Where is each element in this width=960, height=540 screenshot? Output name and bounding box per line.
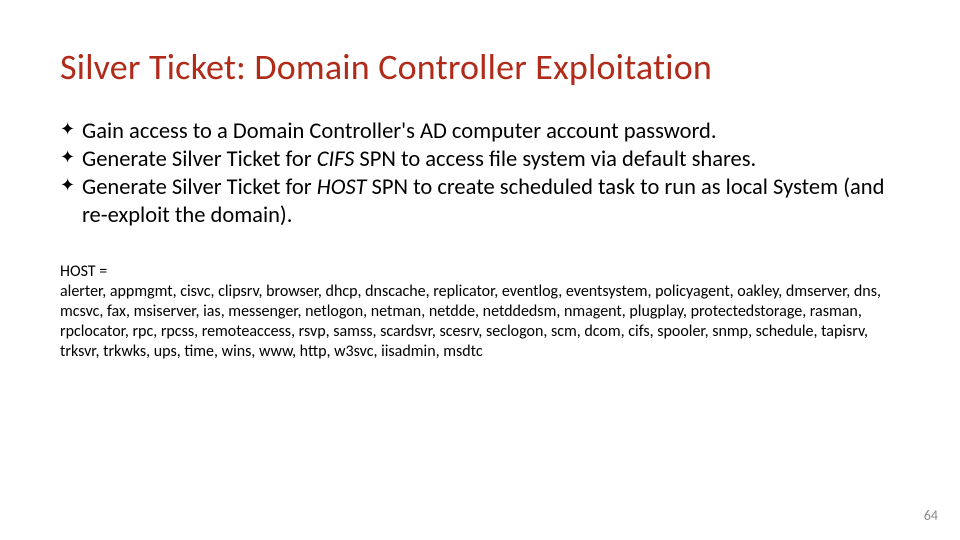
bullet-text-em: HOST [317, 174, 367, 201]
bullet-text-pre: Generate Silver Ticket for [82, 146, 317, 173]
host-block: HOST = alerter, appmgmt, cisvc, clipsrv,… [60, 262, 900, 362]
bullet-text-pre: Generate Silver Ticket for [82, 174, 317, 201]
bullet-text-post: SPN to access file system via default sh… [354, 146, 756, 173]
bullet-list: Gain access to a Domain Controller's AD … [60, 118, 900, 231]
page-number: 64 [924, 507, 938, 524]
host-list: alerter, appmgmt, cisvc, clipsrv, browse… [60, 282, 900, 362]
bullet-item: Generate Silver Ticket for HOST SPN to c… [60, 174, 900, 230]
slide-title: Silver Ticket: Domain Controller Exploit… [60, 48, 900, 88]
bullet-text-pre: Gain access to a Domain Controller's AD … [82, 118, 717, 145]
bullet-item: Gain access to a Domain Controller's AD … [60, 118, 900, 146]
slide: Silver Ticket: Domain Controller Exploit… [0, 0, 960, 540]
host-label: HOST = [60, 262, 900, 282]
bullet-text-em: CIFS [317, 146, 355, 173]
bullet-item: Generate Silver Ticket for CIFS SPN to a… [60, 146, 900, 174]
